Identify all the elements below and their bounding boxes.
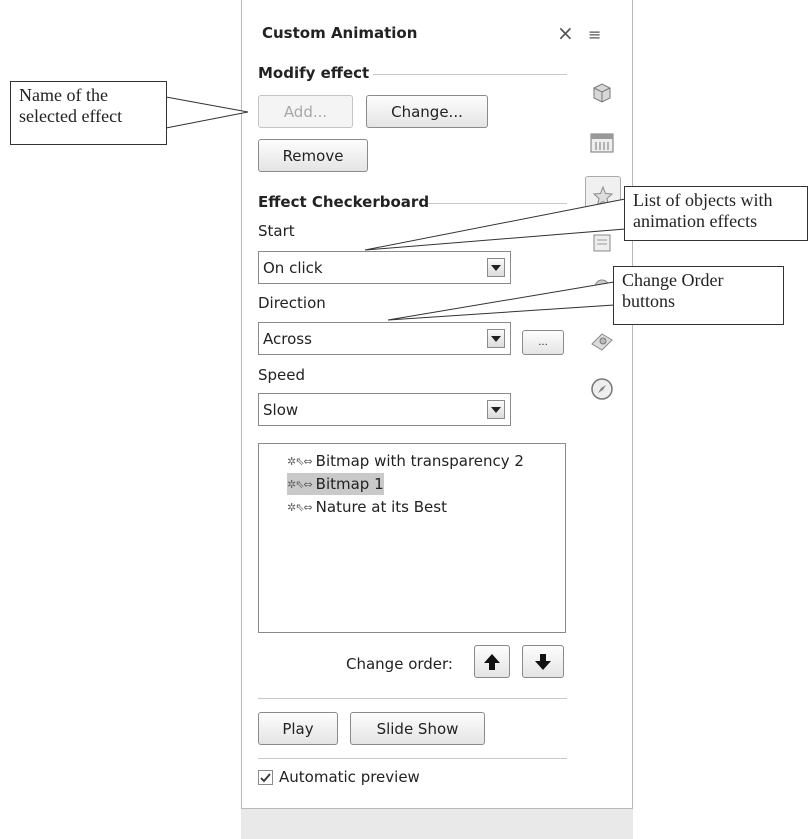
play-button[interactable]: Play: [258, 712, 338, 745]
gallery-icon[interactable]: [587, 78, 617, 108]
list-item[interactable]: ✲⇖⇔ Nature at its Best: [287, 496, 447, 518]
automatic-preview-label: Automatic preview: [279, 768, 420, 786]
effect-icon: ✲⇖⇔: [287, 477, 313, 491]
move-down-button[interactable]: [522, 645, 564, 678]
navigator-icon[interactable]: [587, 374, 617, 404]
callout-object-list: List of objects with animation effects: [624, 186, 808, 241]
callout-change-order: Change Order buttons: [613, 266, 784, 325]
close-icon[interactable]: ×: [557, 21, 574, 45]
change-order-label: Change order:: [346, 655, 453, 673]
change-button[interactable]: Change...: [366, 95, 488, 128]
custom-animation-icon[interactable]: [585, 176, 621, 216]
section-divider: [258, 698, 567, 699]
effect-options-button[interactable]: ...: [522, 330, 564, 355]
list-item-label: Nature at its Best: [315, 498, 447, 516]
callout-effect-name: Name of the selected effect: [10, 81, 167, 145]
start-select-value: On click: [263, 258, 323, 277]
slide-show-button-label: Slide Show: [376, 719, 459, 738]
master-pages-icon[interactable]: [587, 326, 617, 356]
play-button-label: Play: [282, 719, 314, 738]
automatic-preview-checkbox[interactable]: Automatic preview: [258, 768, 420, 786]
checkbox-checked-icon[interactable]: [258, 769, 273, 785]
arrow-up-icon: [484, 653, 500, 670]
move-up-button[interactable]: [474, 645, 510, 678]
chevron-down-icon[interactable]: [487, 258, 505, 277]
effect-heading: Effect Checkerboard: [258, 193, 430, 211]
chevron-down-icon[interactable]: [487, 329, 505, 348]
list-item[interactable]: ✲⇖⇔ Bitmap with transparency 2: [287, 450, 524, 472]
chevron-down-icon[interactable]: [487, 400, 505, 419]
section-divider: [373, 74, 567, 75]
add-button-label: Add...: [283, 102, 328, 121]
speed-select[interactable]: Slow: [258, 393, 511, 426]
effect-icon: ✲⇖⇔: [287, 454, 313, 468]
table-design-icon[interactable]: [587, 128, 617, 158]
list-item-selected[interactable]: ✲⇖⇔ Bitmap 1: [287, 473, 384, 495]
speed-select-value: Slow: [263, 400, 299, 419]
start-label: Start: [258, 222, 295, 240]
animation-objects-list[interactable]: ✲⇖⇔ Bitmap with transparency 2 ✲⇖⇔ Bitmap …: [258, 443, 566, 633]
arrow-down-icon: [535, 653, 551, 670]
panel-footer-strip: [241, 809, 633, 839]
list-item-label: Bitmap with transparency 2: [315, 452, 524, 470]
slide-show-button[interactable]: Slide Show: [350, 712, 485, 745]
slide-transition-icon[interactable]: [587, 228, 617, 258]
effect-icon: ✲⇖⇔: [287, 500, 313, 514]
direction-select[interactable]: Across: [258, 322, 511, 355]
list-item-label: Bitmap 1: [315, 475, 384, 493]
menu-icon[interactable]: ≡: [588, 25, 601, 44]
change-button-label: Change...: [391, 102, 463, 121]
modify-effect-heading: Modify effect: [258, 64, 370, 82]
section-divider: [428, 203, 567, 204]
remove-button-label: Remove: [282, 146, 344, 165]
panel-title: Custom Animation: [262, 24, 418, 42]
remove-button[interactable]: Remove: [258, 139, 368, 172]
speed-label: Speed: [258, 366, 306, 384]
section-divider: [258, 758, 567, 759]
start-select[interactable]: On click: [258, 251, 511, 284]
direction-label: Direction: [258, 294, 326, 312]
effect-options-label: ...: [538, 337, 548, 348]
direction-select-value: Across: [263, 329, 312, 348]
add-button[interactable]: Add...: [258, 95, 353, 128]
